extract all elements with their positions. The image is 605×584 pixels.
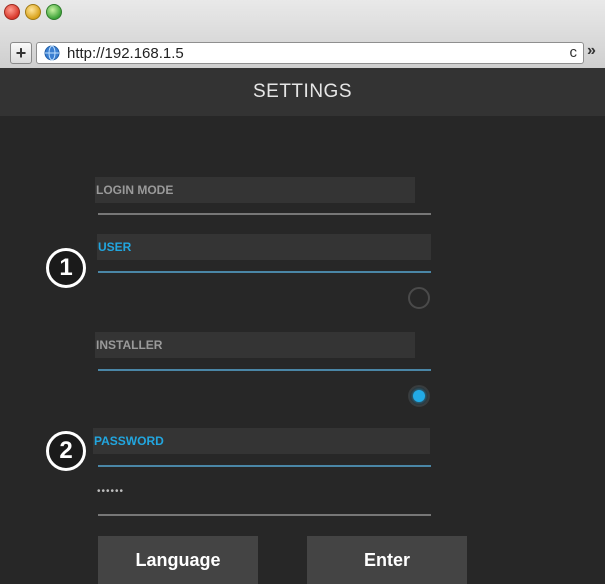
zoom-window-button[interactable] [46, 4, 62, 20]
url-text[interactable]: http://192.168.1.5 [67, 45, 184, 62]
password-label-underline [98, 465, 431, 467]
toolbar-overflow-icon[interactable]: » [587, 42, 596, 60]
installer-underline [98, 369, 431, 371]
address-bar[interactable]: http://192.168.1.5 c [36, 42, 584, 64]
settings-page: SETTINGS LOGIN MODE USER INSTALLER PASSW… [0, 68, 605, 584]
installer-radio[interactable] [408, 385, 430, 407]
browser-chrome: + http://192.168.1.5 c » [0, 0, 605, 68]
app-header: SETTINGS [0, 68, 605, 116]
add-bookmark-button[interactable]: + [10, 42, 32, 64]
page-title: SETTINGS [252, 81, 352, 102]
close-window-button[interactable] [4, 4, 20, 20]
login-mode-label: LOGIN MODE [95, 177, 415, 203]
password-input[interactable]: •••••• [97, 486, 124, 497]
callout-2: 2 [46, 431, 86, 471]
language-button[interactable]: Language [98, 536, 258, 584]
login-mode-underline [98, 213, 431, 215]
user-option[interactable]: USER [97, 234, 431, 260]
user-underline [98, 271, 431, 273]
installer-option[interactable]: INSTALLER [95, 332, 415, 358]
enter-button[interactable]: Enter [307, 536, 467, 584]
user-radio[interactable] [408, 287, 430, 309]
radio-selected-dot [413, 390, 425, 402]
globe-icon [44, 45, 60, 61]
reload-icon[interactable]: c [570, 44, 578, 61]
browser-toolbar: + http://192.168.1.5 c [0, 42, 605, 68]
password-label: PASSWORD [93, 428, 430, 454]
minimize-window-button[interactable] [25, 4, 41, 20]
callout-1: 1 [46, 248, 86, 288]
password-input-underline [98, 514, 431, 516]
